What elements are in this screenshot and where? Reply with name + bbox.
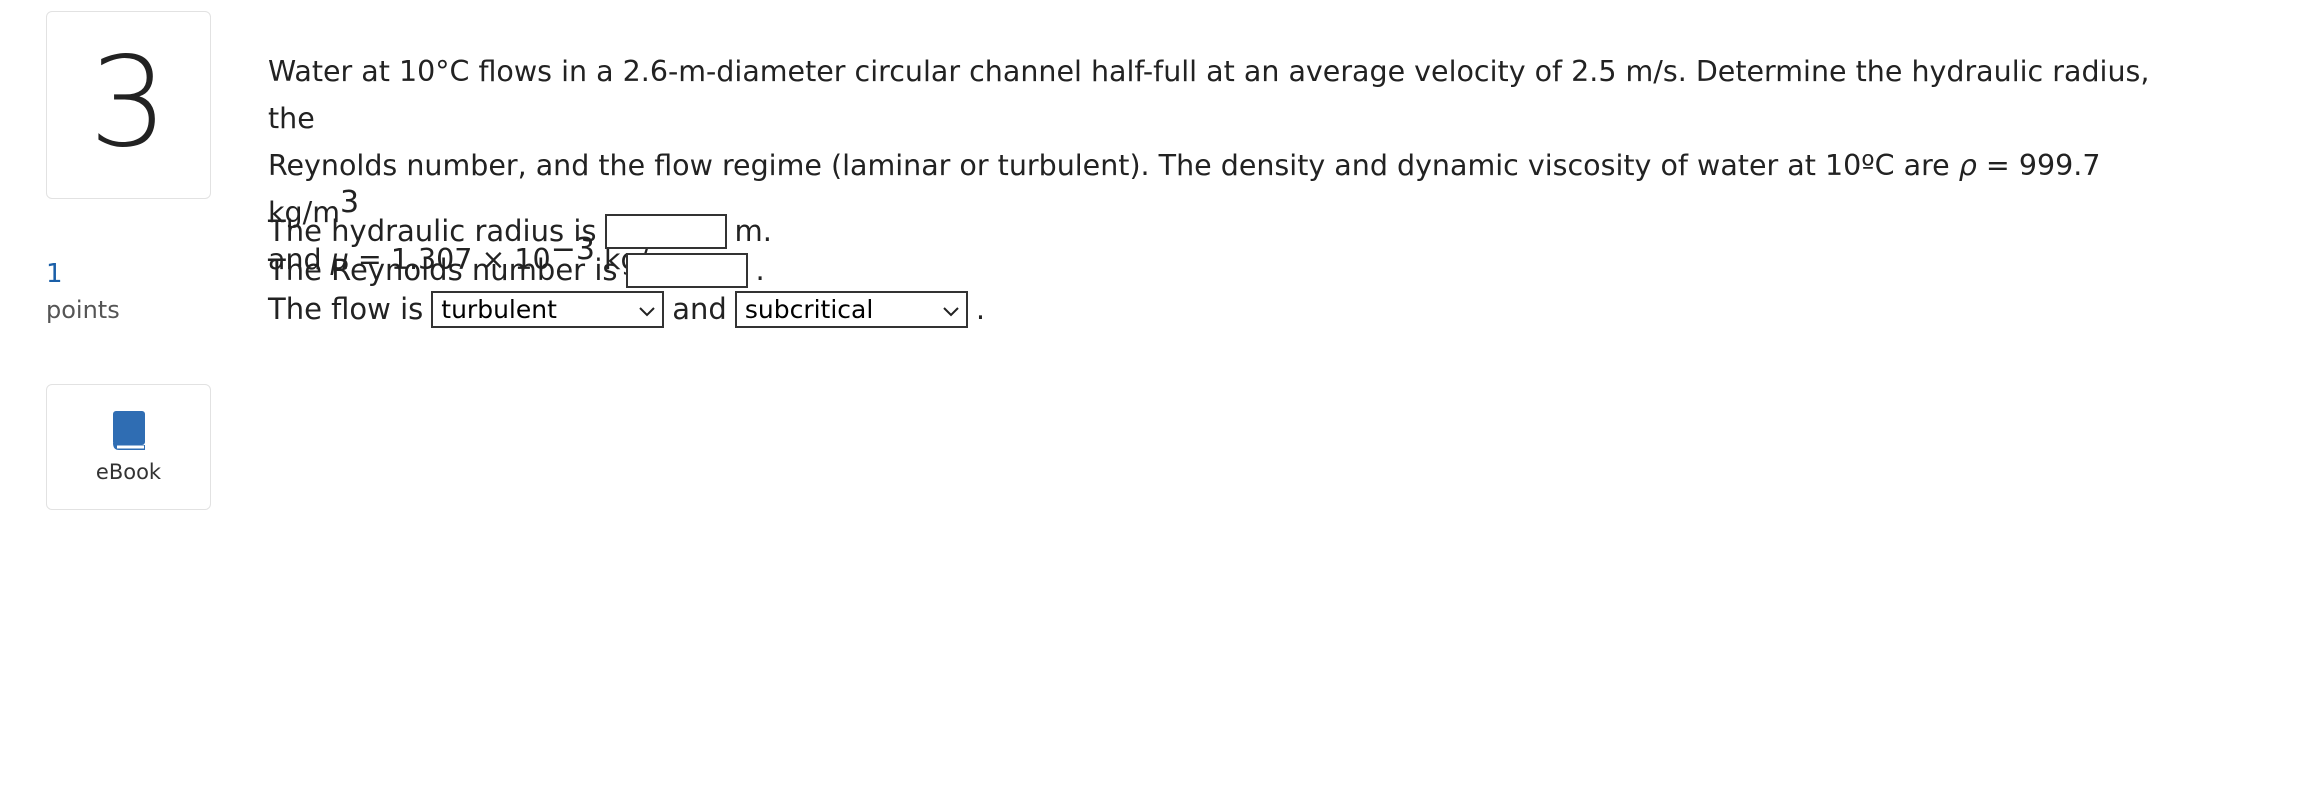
reynolds-number-row: The Reynolds number is . bbox=[268, 251, 985, 290]
flow-label: The flow is bbox=[268, 292, 424, 326]
answer-section: The hydraulic radius is m. The Reynolds … bbox=[268, 212, 985, 329]
flow-criticality-selected-value: subcritical bbox=[744, 295, 874, 324]
flow-type-select[interactable]: turbulent bbox=[431, 290, 665, 329]
hydraulic-radius-input[interactable] bbox=[604, 214, 727, 249]
question-line-1: Water at 10°C flows in a 2.6-m-diameter … bbox=[268, 55, 2150, 135]
reynolds-number-label: The Reynolds number is bbox=[268, 253, 618, 287]
ebook-label: eBook bbox=[95, 460, 162, 484]
chevron-down-icon bbox=[942, 290, 960, 329]
points-info: 1 points bbox=[46, 256, 120, 328]
points-value: 1 bbox=[46, 259, 63, 289]
reynolds-number-input[interactable] bbox=[625, 253, 748, 288]
ebook-button[interactable]: eBook bbox=[46, 384, 211, 510]
flow-regime-row: The flow is turbulent and subcritical . bbox=[268, 290, 985, 329]
flow-type-selected-value: turbulent bbox=[441, 295, 557, 324]
rho-symbol: ρ bbox=[1958, 149, 1977, 182]
reynolds-number-end: . bbox=[755, 253, 765, 287]
flow-end: . bbox=[975, 292, 986, 326]
question-number: 3 bbox=[89, 31, 168, 175]
question-number-box: 3 bbox=[46, 11, 211, 199]
chevron-down-icon bbox=[638, 290, 656, 329]
and-label: and bbox=[672, 292, 727, 326]
book-icon bbox=[111, 410, 147, 452]
points-label: points bbox=[46, 296, 120, 324]
question-page: 3 1 points eBook Water at 10°C flows in … bbox=[0, 0, 2318, 810]
hydraulic-radius-row: The hydraulic radius is m. bbox=[268, 212, 985, 251]
hydraulic-radius-label: The hydraulic radius is bbox=[268, 214, 597, 248]
hydraulic-radius-unit: m. bbox=[734, 214, 772, 248]
flow-criticality-select[interactable]: subcritical bbox=[734, 290, 968, 329]
